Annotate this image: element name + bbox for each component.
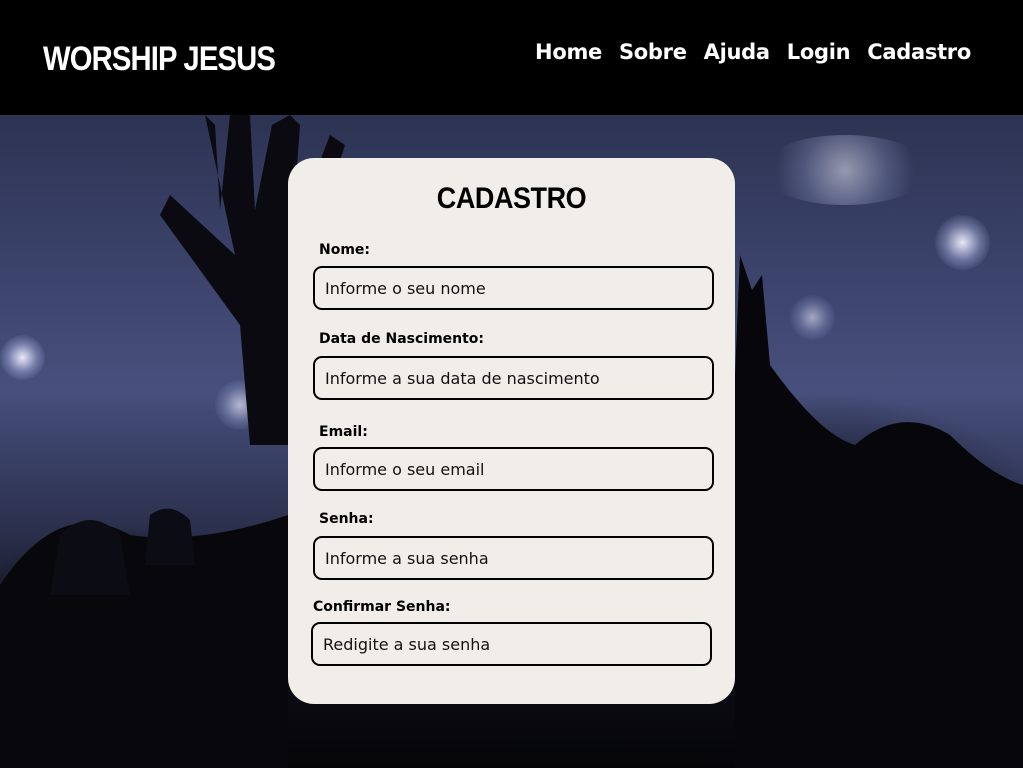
password-input[interactable] [313, 536, 714, 580]
birthdate-input[interactable] [313, 356, 714, 400]
brand-logo[interactable]: WORSHIP JESUS [43, 40, 276, 79]
signup-card: CADASTRO Nome: Data de Nascimento: Email… [288, 158, 735, 704]
nav-link-home[interactable]: Home [535, 40, 602, 64]
name-input[interactable] [313, 266, 714, 310]
nav-link-cadastro[interactable]: Cadastro [867, 40, 971, 64]
main-nav: Home Sobre Ajuda Login Cadastro [535, 40, 971, 64]
password-label: Senha: [319, 511, 374, 527]
top-navbar: WORSHIP JESUS Home Sobre Ajuda Login Cad… [0, 0, 1023, 115]
confirm-password-input[interactable] [311, 622, 712, 666]
confirm-password-label: Confirmar Senha: [313, 599, 451, 615]
birthdate-label: Data de Nascimento: [319, 331, 485, 347]
signup-title: CADASTRO [436, 182, 587, 215]
nav-link-ajuda[interactable]: Ajuda [704, 40, 770, 64]
nav-link-login[interactable]: Login [787, 40, 851, 64]
email-label: Email: [319, 424, 368, 440]
nav-link-sobre[interactable]: Sobre [619, 40, 687, 64]
email-input[interactable] [313, 447, 714, 491]
name-label: Nome: [319, 242, 371, 258]
